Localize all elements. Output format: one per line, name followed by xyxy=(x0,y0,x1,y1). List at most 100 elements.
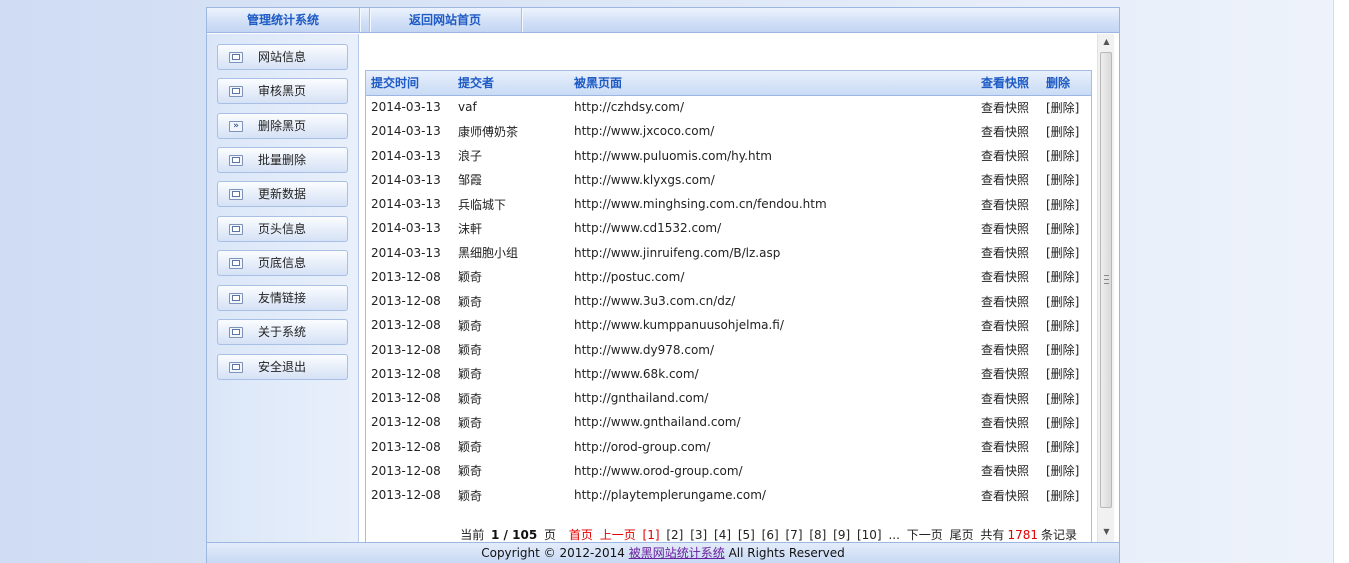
cell-time: 2013-12-08 xyxy=(371,463,441,478)
sidebar-item-footer-info[interactable]: 页底信息 xyxy=(217,250,348,276)
delete-link[interactable]: [删除] xyxy=(1041,241,1091,265)
snapshot-link[interactable]: 查看快照 xyxy=(976,386,1041,410)
delete-link[interactable]: [删除] xyxy=(1041,144,1091,168)
delete-link[interactable]: [删除] xyxy=(1041,362,1091,386)
delete-link[interactable]: [删除] xyxy=(1041,216,1091,240)
cell-page-url[interactable]: http://www.klyxgs.com/ xyxy=(569,168,976,192)
table-row: 2014-03-13 浪子 http://www.puluomis.com/hy.h… xyxy=(366,144,1091,168)
snapshot-link[interactable]: 查看快照 xyxy=(976,289,1041,313)
snapshot-link[interactable]: 查看快照 xyxy=(976,144,1041,168)
snapshot-link[interactable]: 查看快照 xyxy=(976,192,1041,216)
pager-page-link[interactable]: [4] xyxy=(714,528,731,542)
cell-page-url[interactable]: http://www.minghsing.com.cn/fendou.htm xyxy=(569,192,976,216)
snapshot-link[interactable]: 查看快照 xyxy=(976,95,1041,119)
delete-link[interactable]: [删除] xyxy=(1041,459,1091,483)
pager-page-link[interactable]: [6] xyxy=(762,528,779,542)
pager-page-link[interactable]: [3] xyxy=(690,528,707,542)
delete-link[interactable]: [删除] xyxy=(1041,192,1091,216)
sidebar-item-logout[interactable]: 安全退出 xyxy=(217,354,348,380)
delete-link[interactable]: [删除] xyxy=(1041,410,1091,434)
pager-prev-link[interactable]: 上一页 xyxy=(600,528,636,542)
window-icon xyxy=(229,52,243,63)
snapshot-link[interactable]: 查看快照 xyxy=(976,435,1041,459)
cell-page-url[interactable]: http://www.puluomis.com/hy.htm xyxy=(569,144,976,168)
delete-link[interactable]: [删除] xyxy=(1041,289,1091,313)
pager-page-link[interactable]: [9] xyxy=(833,528,850,542)
window-icon xyxy=(229,189,243,200)
window-edge xyxy=(1333,0,1349,563)
cell-page-url[interactable]: http://www.jxcoco.com/ xyxy=(569,119,976,143)
pager-page-link[interactable]: [2] xyxy=(666,528,683,542)
cell-page-url[interactable]: http://www.kumppanuusohjelma.fi/ xyxy=(569,313,976,337)
sidebar-item-update-data[interactable]: 更新数据 xyxy=(217,181,348,207)
sidebar-item-header-info[interactable]: 页头信息 xyxy=(217,216,348,242)
snapshot-link[interactable]: 查看快照 xyxy=(976,483,1041,507)
window-icon xyxy=(229,155,243,166)
cell-page-url[interactable]: http://www.gnthailand.com/ xyxy=(569,410,976,434)
cell-page-url[interactable]: http://postuc.com/ xyxy=(569,265,976,289)
snapshot-link[interactable]: 查看快照 xyxy=(976,241,1041,265)
cell-page-url[interactable]: http://www.3u3.com.cn/dz/ xyxy=(569,289,976,313)
scroll-down-arrow-icon[interactable]: ▼ xyxy=(1098,524,1115,540)
snapshot-link[interactable]: 查看快照 xyxy=(976,410,1041,434)
cell-submitter: 颖奇 xyxy=(458,391,483,406)
snapshot-link[interactable]: 查看快照 xyxy=(976,338,1041,362)
window-icon xyxy=(229,293,243,304)
delete-link[interactable]: [删除] xyxy=(1041,95,1091,119)
delete-link[interactable]: [删除] xyxy=(1041,483,1091,507)
pager-first-link[interactable]: 首页 xyxy=(569,528,593,542)
sidebar-item-friend-links[interactable]: 友情链接 xyxy=(217,285,348,311)
cell-page-url[interactable]: http://czhdsy.com/ xyxy=(569,95,976,119)
sidebar-menu: 网站信息 审核黑页 » 删除黑页 批量删除 更新数据 页头信息 页底信息 友情链 xyxy=(207,34,359,542)
tab-management-system[interactable]: 管理统计系统 xyxy=(207,8,359,32)
cell-page-url[interactable]: http://www.jinruifeng.com/B/lz.asp xyxy=(569,241,976,265)
sidebar-item-about[interactable]: 关于系统 xyxy=(217,319,348,345)
snapshot-link[interactable]: 查看快照 xyxy=(976,362,1041,386)
sidebar-item-label: 页头信息 xyxy=(258,222,307,236)
footer-site-link[interactable]: 被黑网站统计系统 xyxy=(629,546,725,560)
cell-page-url[interactable]: http://orod-group.com/ xyxy=(569,435,976,459)
vertical-scrollbar[interactable]: ▲ ▼ xyxy=(1097,34,1114,542)
delete-link[interactable]: [删除] xyxy=(1041,435,1091,459)
cell-page-url[interactable]: http://www.dy978.com/ xyxy=(569,338,976,362)
sidebar-item-label: 审核黑页 xyxy=(258,84,307,98)
table-row: 2013-12-08 颖奇 http://www.dy978.com/查看快照 [删除… xyxy=(366,338,1091,362)
pager-page-link[interactable]: [7] xyxy=(786,528,803,542)
pager-next-link[interactable]: 下一页 xyxy=(907,528,943,542)
sidebar-item-delete-pages[interactable]: » 删除黑页 xyxy=(217,113,348,139)
pager-page-link[interactable]: [10] xyxy=(857,528,882,542)
delete-link[interactable]: [删除] xyxy=(1041,313,1091,337)
cell-page-url[interactable]: http://www.68k.com/ xyxy=(569,362,976,386)
snapshot-link[interactable]: 查看快照 xyxy=(976,313,1041,337)
snapshot-link[interactable]: 查看快照 xyxy=(976,216,1041,240)
snapshot-link[interactable]: 查看快照 xyxy=(976,459,1041,483)
sidebar-item-review-pages[interactable]: 审核黑页 xyxy=(217,78,348,104)
pager-page-link[interactable]: [5] xyxy=(738,528,755,542)
delete-link[interactable]: [删除] xyxy=(1041,119,1091,143)
cell-page-url[interactable]: http://www.orod-group.com/ xyxy=(569,459,976,483)
tab-back-to-home[interactable]: 返回网站首页 xyxy=(370,8,520,32)
table-header-row: 提交时间 提交者 被黑页面 查看快照 删除 xyxy=(366,71,1091,96)
table-body: 2014-03-13 vaf http://czhdsy.com/查看快照 [删除] 2… xyxy=(366,95,1091,507)
snapshot-link[interactable]: 查看快照 xyxy=(976,168,1041,192)
grip-icon xyxy=(1104,275,1109,284)
delete-link[interactable]: [删除] xyxy=(1041,338,1091,362)
delete-link[interactable]: [删除] xyxy=(1041,168,1091,192)
snapshot-link[interactable]: 查看快照 xyxy=(976,119,1041,143)
cell-page-url[interactable]: http://playtemplerungame.com/ xyxy=(569,483,976,507)
cell-page-url[interactable]: http://gnthailand.com/ xyxy=(569,386,976,410)
table-row: 2014-03-13 vaf http://czhdsy.com/查看快照 [删除] xyxy=(366,95,1091,119)
cell-time: 2014-03-13 xyxy=(371,245,441,260)
sidebar-item-site-info[interactable]: 网站信息 xyxy=(217,44,348,70)
scroll-up-arrow-icon[interactable]: ▲ xyxy=(1098,34,1115,50)
sidebar-item-batch-delete[interactable]: 批量删除 xyxy=(217,147,348,173)
pager-page-link[interactable]: [8] xyxy=(809,528,826,542)
pager-last-link[interactable]: 尾页 xyxy=(950,528,974,542)
scrollbar-thumb[interactable] xyxy=(1100,52,1112,508)
delete-link[interactable]: [删除] xyxy=(1041,386,1091,410)
cell-page-url[interactable]: http://www.cd1532.com/ xyxy=(569,216,976,240)
delete-link[interactable]: [删除] xyxy=(1041,265,1091,289)
pager-page-link[interactable]: [1] xyxy=(643,528,660,542)
column-header-delete: 删除 xyxy=(1041,71,1091,96)
snapshot-link[interactable]: 查看快照 xyxy=(976,265,1041,289)
